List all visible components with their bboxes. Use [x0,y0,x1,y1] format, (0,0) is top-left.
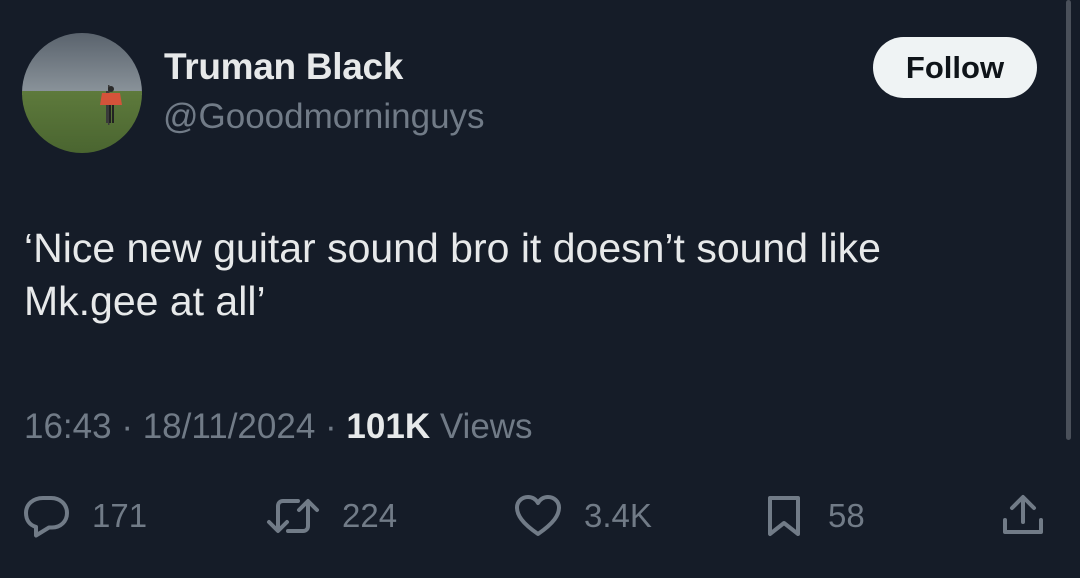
repost-count: 224 [342,497,398,534]
bookmark-icon [764,494,806,538]
views-label: Views [439,407,533,446]
tweet-date[interactable]: 18/11/2024 [143,407,316,446]
bookmark-button[interactable]: 58 [764,494,865,538]
follow-button[interactable]: Follow [873,37,1037,98]
reply-count: 171 [92,497,148,534]
meta-separator: · [325,407,347,446]
tweet-text: ‘Nice new guitar sound bro it doesn’t so… [24,222,1044,328]
views-count: 101K [346,407,431,446]
meta-separator: · [121,407,143,446]
display-name[interactable]: Truman Black [164,46,403,88]
share-button[interactable] [1000,494,1046,538]
tweet-meta: 16:43 · 18/11/2024 · 101K Views [24,407,533,447]
avatar[interactable] [22,33,142,153]
reply-button[interactable]: 171 [24,494,147,538]
like-count: 3.4K [584,497,652,534]
tweet-text-line-2: Mk.gee at all’ [24,278,266,324]
bookmark-count: 58 [828,497,865,534]
scrollbar[interactable] [1066,0,1071,440]
tweet-time[interactable]: 16:43 [24,407,112,446]
share-icon [1000,494,1046,538]
like-icon [514,494,562,538]
tweet-text-line-1: ‘Nice new guitar sound bro it doesn’t so… [24,225,881,271]
like-button[interactable]: 3.4K [514,494,652,538]
repost-button[interactable]: 224 [266,494,397,538]
reply-icon [24,494,70,538]
user-handle[interactable]: @Gooodmorninguys [163,97,485,137]
repost-icon [266,494,320,538]
